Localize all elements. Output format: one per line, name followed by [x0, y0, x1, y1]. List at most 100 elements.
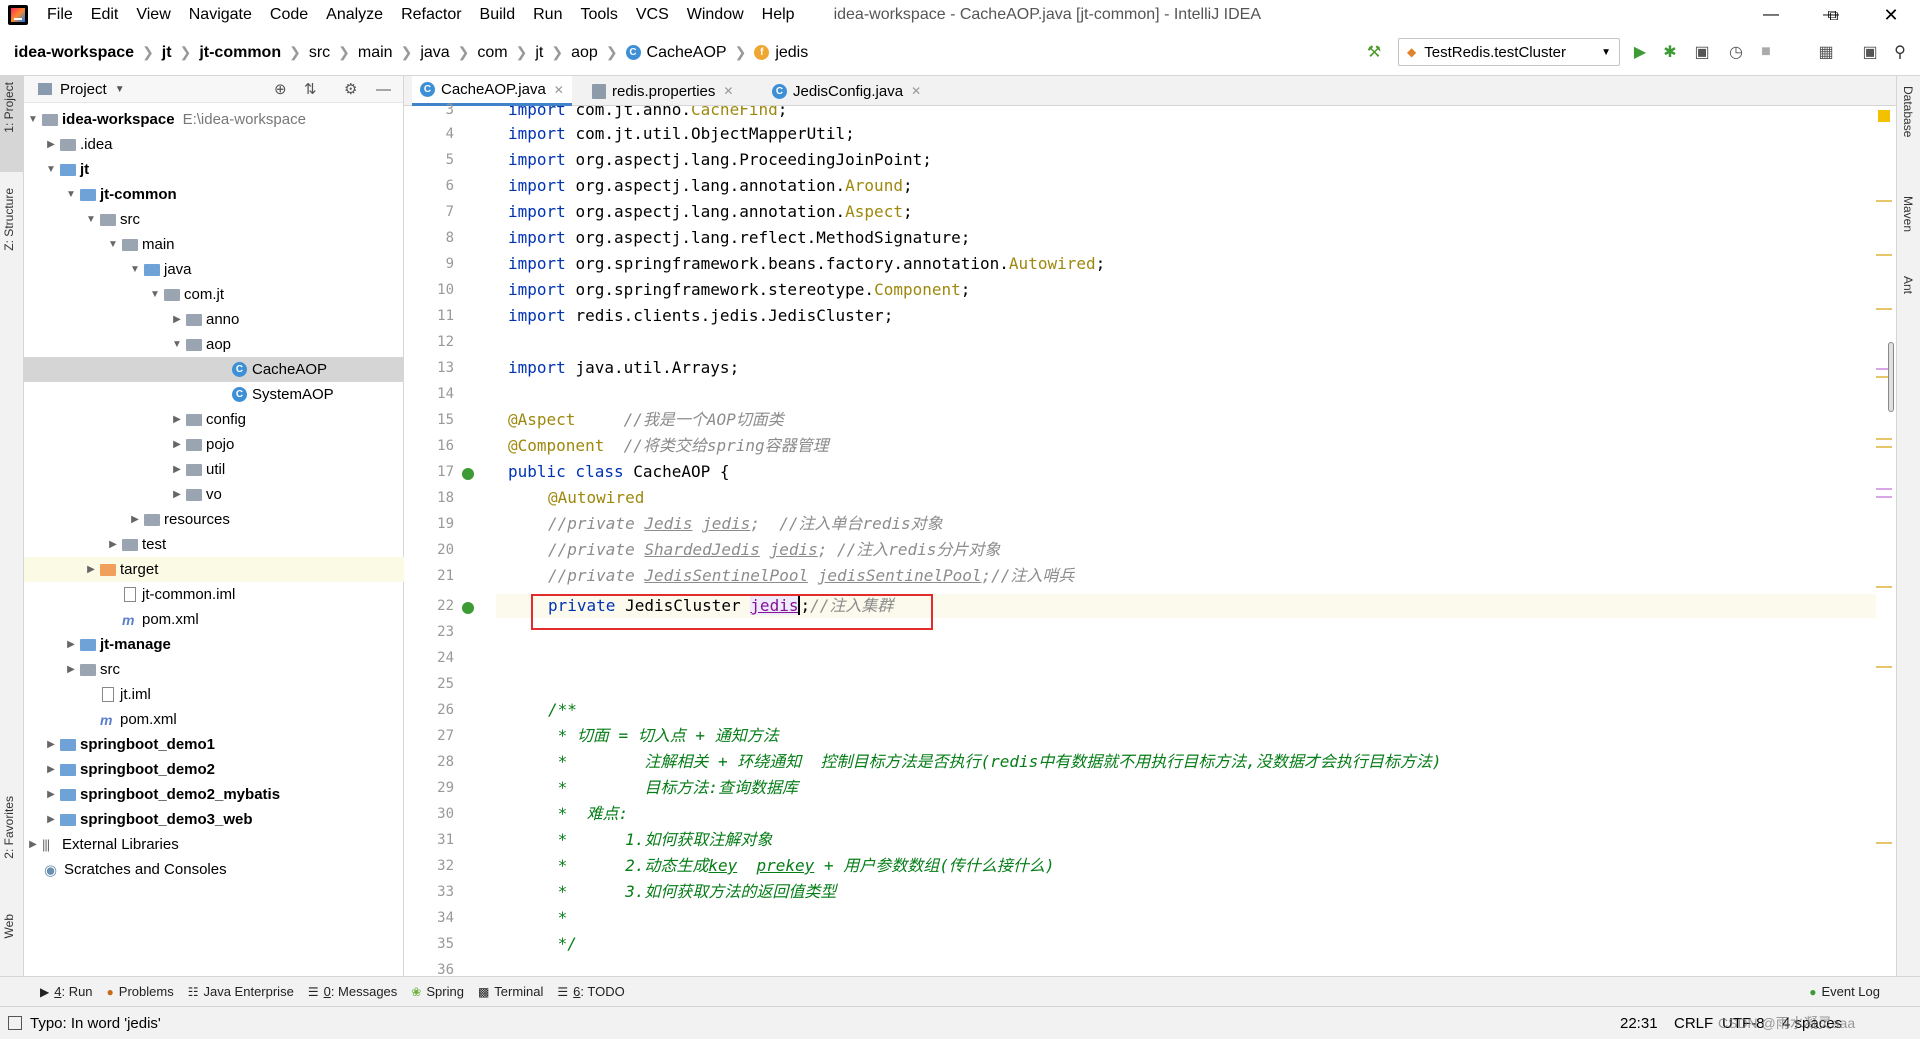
spring-bean-gutter-icon[interactable]: [462, 468, 474, 480]
presentation-icon[interactable]: ▣: [1858, 40, 1882, 64]
breadcrumb-item[interactable]: main: [358, 44, 393, 62]
tree-node[interactable]: ▶ .idea: [24, 132, 404, 157]
coverage-icon[interactable]: ▣: [1690, 40, 1714, 64]
menu-window[interactable]: Window: [678, 0, 753, 30]
menu-vcs[interactable]: VCS: [627, 0, 678, 30]
close-icon[interactable]: ✕: [554, 83, 564, 97]
breadcrumb-item[interactable]: jt-common: [199, 44, 281, 62]
tree-node[interactable]: jt.iml: [24, 682, 404, 707]
tree-node[interactable]: ▼ java: [24, 257, 404, 282]
spring-tool-button[interactable]: ❀ Spring: [411, 984, 464, 999]
tree-node[interactable]: m pom.xml: [24, 707, 404, 732]
menu-view[interactable]: View: [127, 0, 179, 30]
tree-node[interactable]: ▶ util: [24, 457, 404, 482]
tree-node[interactable]: ▼ main: [24, 232, 404, 257]
todo-tool-button[interactable]: ☰ 6: TODO: [557, 984, 624, 999]
tree-node[interactable]: ▼ idea-workspace E:\idea-workspace: [24, 107, 404, 132]
breadcrumb-item[interactable]: aop: [571, 44, 598, 62]
menu-help[interactable]: Help: [753, 0, 804, 30]
ant-tool-tab[interactable]: Ant: [1901, 276, 1915, 294]
tree-node[interactable]: ▶ ||| External Libraries: [24, 832, 404, 857]
profile-icon[interactable]: ◷: [1724, 40, 1748, 64]
close-icon[interactable]: ✕: [911, 84, 921, 98]
menu-code[interactable]: Code: [261, 0, 317, 30]
line-separator[interactable]: CRLF: [1674, 1015, 1713, 1032]
menu-refactor[interactable]: Refactor: [392, 0, 470, 30]
spring-bean-gutter-icon[interactable]: [462, 602, 474, 614]
tree-node[interactable]: ▶ target: [24, 557, 404, 582]
tree-node[interactable]: ▶ config: [24, 407, 404, 432]
tree-node[interactable]: m pom.xml: [24, 607, 404, 632]
tree-node[interactable]: C SystemAOP: [24, 382, 404, 407]
scrollbar-thumb[interactable]: [1888, 342, 1894, 412]
breadcrumb-item[interactable]: jedis: [775, 44, 808, 62]
breadcrumb-item[interactable]: src: [309, 44, 330, 62]
hide-icon[interactable]: —: [376, 81, 391, 98]
code-editor[interactable]: import com.jt.anno.CacheFind; import com…: [496, 106, 1876, 976]
close-icon[interactable]: ✕: [723, 84, 733, 98]
restore-button[interactable]: ⧉: [1810, 0, 1856, 30]
close-button[interactable]: ✕: [1868, 0, 1914, 30]
breadcrumb-item[interactable]: java: [420, 44, 449, 62]
maven-tool-tab[interactable]: Maven: [1901, 196, 1915, 232]
run-configuration-select[interactable]: ◆ TestRedis.testCluster ▼: [1398, 38, 1620, 66]
tree-node[interactable]: ▶ src: [24, 657, 404, 682]
tree-node[interactable]: ▼ jt-common: [24, 182, 404, 207]
menu-build[interactable]: Build: [471, 0, 525, 30]
build-hammer-icon[interactable]: ⚒: [1362, 40, 1386, 64]
run-tool-button[interactable]: ▶ 4: Run: [40, 984, 93, 999]
project-structure-icon[interactable]: ▦: [1814, 40, 1838, 64]
tree-node[interactable]: ▼ src: [24, 207, 404, 232]
problems-tool-button[interactable]: ● Problems: [107, 984, 174, 999]
search-icon[interactable]: ⚲: [1888, 40, 1912, 64]
breadcrumb-item[interactable]: jt: [535, 44, 543, 62]
tree-node[interactable]: ◉ Scratches and Consoles: [24, 857, 404, 882]
stop-icon[interactable]: ■: [1754, 40, 1778, 64]
chevron-down-icon[interactable]: ▼: [115, 84, 125, 95]
debug-icon[interactable]: ✱: [1658, 40, 1682, 64]
tab-jedisconfig[interactable]: C JedisConfig.java ✕: [764, 76, 929, 106]
project-panel-title[interactable]: Project: [60, 81, 107, 98]
menu-file[interactable]: File: [38, 0, 82, 30]
event-log-button[interactable]: ● Event Log: [1809, 984, 1880, 999]
breadcrumb-item[interactable]: idea-workspace: [14, 44, 134, 62]
status-toggle-icon[interactable]: [8, 1016, 22, 1030]
tree-node[interactable]: ▶ springboot_demo3_web: [24, 807, 404, 832]
gear-icon[interactable]: ⚙: [344, 80, 357, 98]
tree-node[interactable]: ▶ anno: [24, 307, 404, 332]
tree-node[interactable]: ▶ springboot_demo2_mybatis: [24, 782, 404, 807]
breadcrumb-item[interactable]: com: [477, 44, 507, 62]
menu-navigate[interactable]: Navigate: [180, 0, 261, 30]
structure-tool-tab[interactable]: Z: Structure: [2, 188, 16, 251]
caret-position[interactable]: 22:31: [1620, 1015, 1658, 1032]
menu-edit[interactable]: Edit: [82, 0, 128, 30]
menu-tools[interactable]: Tools: [571, 0, 626, 30]
run-icon[interactable]: ▶: [1628, 40, 1652, 64]
tree-node[interactable]: ▼ jt: [24, 157, 404, 182]
tree-node[interactable]: ▶ test: [24, 532, 404, 557]
database-tool-tab[interactable]: Database: [1901, 86, 1915, 137]
tree-node[interactable]: ▶ springboot_demo2: [24, 757, 404, 782]
favorites-tool-tab[interactable]: 2: Favorites: [2, 796, 16, 859]
locate-icon[interactable]: ⊕: [274, 80, 287, 98]
collapse-all-icon[interactable]: ⇅: [304, 80, 317, 98]
breadcrumb-item[interactable]: CacheAOP: [647, 44, 727, 62]
messages-tool-button[interactable]: ☰ 0: Messages: [308, 984, 397, 999]
menu-run[interactable]: Run: [524, 0, 571, 30]
tree-node-selected[interactable]: C CacheAOP: [24, 357, 404, 382]
web-tool-tab[interactable]: Web: [2, 914, 16, 938]
tree-node[interactable]: ▶ resources: [24, 507, 404, 532]
tab-redis-properties[interactable]: redis.properties ✕: [584, 76, 741, 106]
tree-node[interactable]: ▶ jt-manage: [24, 632, 404, 657]
breadcrumb-item[interactable]: jt: [162, 44, 172, 62]
tree-node[interactable]: jt-common.iml: [24, 582, 404, 607]
terminal-tool-button[interactable]: ▩ Terminal: [478, 984, 543, 999]
project-tool-tab[interactable]: 1: Project: [2, 82, 16, 133]
tree-node[interactable]: ▶ springboot_demo1: [24, 732, 404, 757]
tree-node[interactable]: ▼ aop: [24, 332, 404, 357]
tree-node[interactable]: ▶ pojo: [24, 432, 404, 457]
menu-analyze[interactable]: Analyze: [317, 0, 392, 30]
java-enterprise-tool-button[interactable]: ☷ Java Enterprise: [188, 984, 294, 999]
tree-node[interactable]: ▶ vo: [24, 482, 404, 507]
warning-indicator-icon[interactable]: [1878, 110, 1890, 122]
